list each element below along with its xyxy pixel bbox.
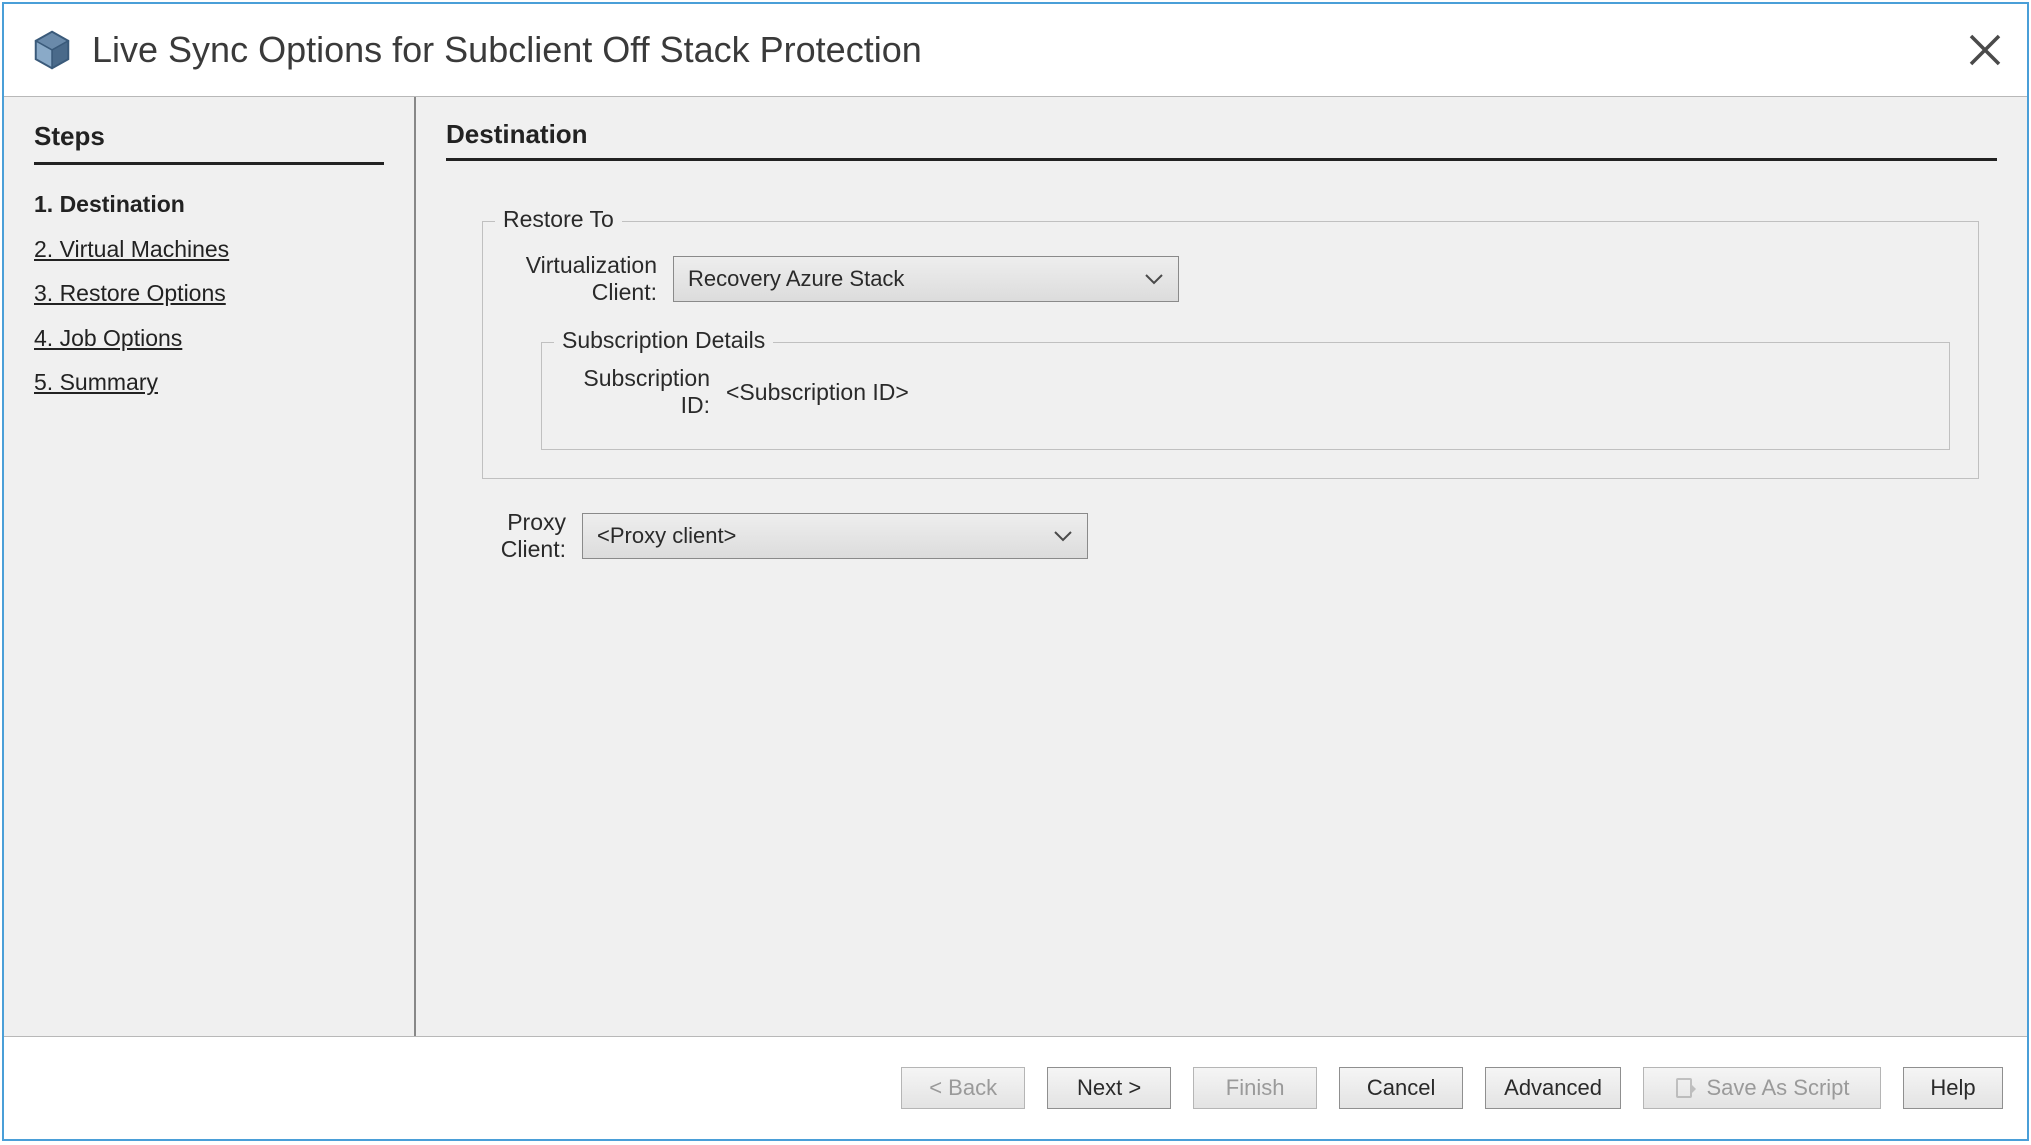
next-button[interactable]: Next > [1047, 1067, 1171, 1109]
virt-client-dropdown[interactable]: Recovery Azure Stack [673, 256, 1179, 302]
footer-buttons: < Back Next > Finish Cancel Advanced Sav… [4, 1037, 2027, 1139]
chevron-down-icon [1053, 530, 1073, 542]
step-job-options[interactable]: 4. Job Options [34, 321, 384, 356]
close-icon [1965, 30, 2005, 70]
window-title: Live Sync Options for Subclient Off Stac… [92, 29, 1965, 71]
step-restore-options[interactable]: 3. Restore Options [34, 276, 384, 311]
close-button[interactable] [1965, 30, 2005, 70]
save-as-script-button: Save As Script [1643, 1067, 1881, 1109]
subscription-id-value: <Subscription ID> [726, 379, 909, 406]
wizard-window: Live Sync Options for Subclient Off Stac… [2, 2, 2029, 1141]
page-heading: Destination [446, 119, 1997, 161]
virt-client-row: Virtualization Client: Recovery Azure St… [511, 252, 1950, 306]
restore-to-legend: Restore To [495, 206, 622, 233]
virt-client-value: Recovery Azure Stack [688, 266, 904, 292]
save-as-script-label: Save As Script [1706, 1075, 1849, 1101]
proxy-client-dropdown[interactable]: <Proxy client> [582, 513, 1088, 559]
proxy-client-value: <Proxy client> [597, 523, 736, 549]
help-button[interactable]: Help [1903, 1067, 2003, 1109]
step-destination[interactable]: 1. Destination [34, 187, 384, 222]
titlebar: Live Sync Options for Subclient Off Stac… [4, 4, 2027, 96]
restore-to-group: Restore To Virtualization Client: Recove… [482, 221, 1979, 479]
body-area: Steps 1. Destination 2. Virtual Machines… [4, 96, 2027, 1037]
content-panel: Destination Restore To Virtualization Cl… [416, 97, 2027, 1036]
subscription-details-group: Subscription Details Subscription ID: <S… [541, 342, 1950, 450]
subscription-details-legend: Subscription Details [554, 327, 773, 354]
proxy-client-label: Proxy Client: [452, 509, 582, 563]
virt-client-label: Virtualization Client: [463, 252, 673, 306]
app-icon [32, 30, 72, 70]
steps-sidebar: Steps 1. Destination 2. Virtual Machines… [4, 97, 416, 1036]
subscription-id-label: Subscription ID: [566, 365, 726, 419]
script-icon [1674, 1076, 1698, 1100]
chevron-down-icon [1144, 273, 1164, 285]
steps-heading: Steps [34, 121, 384, 165]
proxy-client-row: Proxy Client: <Proxy client> [482, 509, 1997, 563]
back-button: < Back [901, 1067, 1025, 1109]
finish-button: Finish [1193, 1067, 1317, 1109]
step-summary[interactable]: 5. Summary [34, 365, 384, 400]
subscription-id-row: Subscription ID: <Subscription ID> [566, 365, 1925, 419]
step-virtual-machines[interactable]: 2. Virtual Machines [34, 232, 384, 267]
advanced-button[interactable]: Advanced [1485, 1067, 1621, 1109]
cancel-button[interactable]: Cancel [1339, 1067, 1463, 1109]
